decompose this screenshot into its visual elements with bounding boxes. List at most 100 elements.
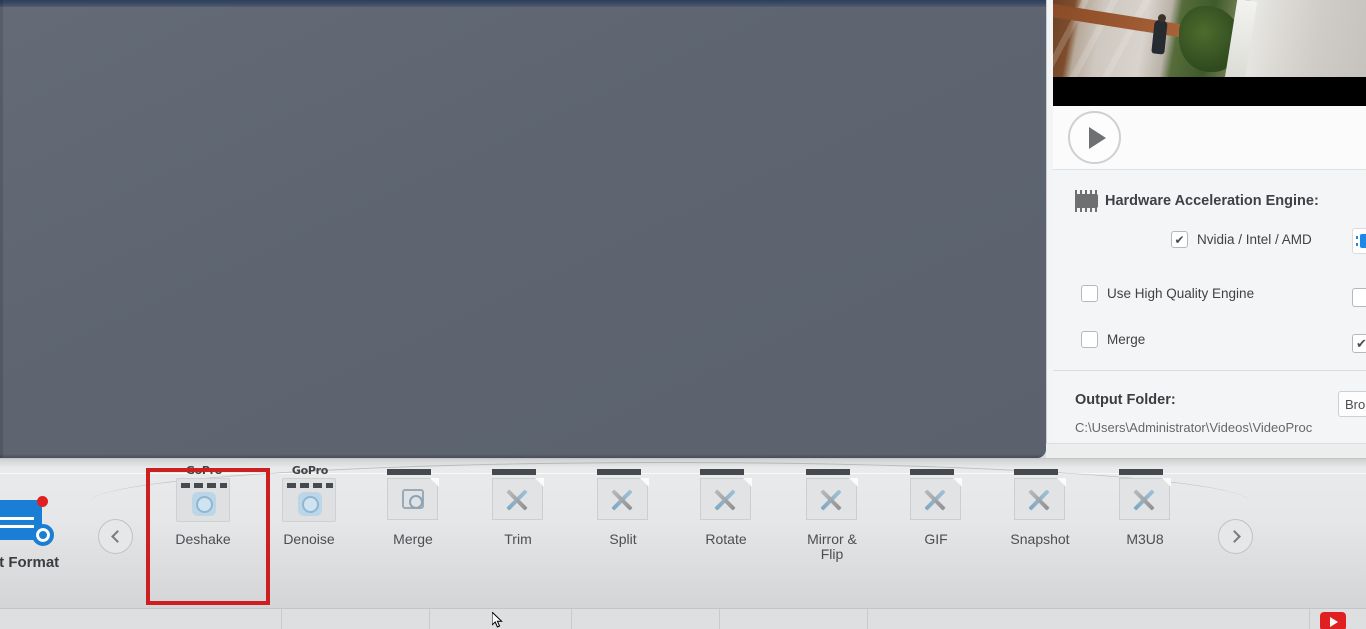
bottom-cell-1[interactable] — [0, 609, 282, 629]
bottom-cell-5[interactable] — [720, 609, 868, 629]
merge-icon-box — [386, 469, 440, 524]
toolbar-label-split: Split — [609, 531, 637, 547]
play-button[interactable] — [1068, 111, 1121, 164]
toolbar-item-target-format[interactable]: et Format — [0, 490, 80, 571]
wrench-screwdriver-icon — [505, 488, 529, 512]
thumbnail-image — [1053, 0, 1366, 77]
play-icon — [1088, 126, 1106, 149]
gopro-wordmark: GoPro — [185, 464, 223, 477]
output-folder-path[interactable]: C:\Users\Administrator\Videos\VideoProc — [1075, 420, 1312, 435]
hardware-acceleration-header: Hardware Acceleration Engine: — [1075, 190, 1319, 212]
option-nvidia-intel-amd[interactable]: Nvidia / Intel / AMD — [1171, 231, 1312, 248]
bottom-cell-6[interactable] — [1010, 609, 1310, 629]
thumbnail-letterbox — [1053, 77, 1366, 106]
right-settings-panel: Hardware Acceleration Engine: Nvidia / I… — [1046, 0, 1366, 458]
gif-icon-box — [909, 469, 963, 524]
youtube-play-badge[interactable] — [1320, 612, 1346, 629]
toolbar-prev-button[interactable] — [98, 519, 133, 554]
checkbox-merge[interactable] — [1081, 331, 1098, 348]
denoise-icon-box: GoPro — [282, 464, 336, 524]
tools-icon — [491, 469, 545, 522]
split-icon-box — [596, 469, 650, 524]
gopro-lens-icon — [192, 492, 216, 516]
tools-icon — [1013, 469, 1067, 522]
canvas-left-edge — [0, 0, 3, 458]
toolbar-label-gif: GIF — [924, 531, 948, 547]
toolbar-next-button[interactable] — [1218, 519, 1253, 554]
toolbar-label-trim: Trim — [504, 531, 532, 547]
toolbar-item-rotate[interactable]: Rotate — [670, 469, 782, 547]
toolbar-item-m3u8[interactable]: M3U8 — [1089, 469, 1201, 547]
file-fold — [1057, 478, 1066, 487]
bottom-cell-2[interactable] — [282, 609, 430, 629]
toolbar-item-denoise[interactable]: GoPro Denoise — [253, 464, 365, 547]
gopro-icon: GoPro — [282, 464, 336, 522]
toolbar-label-target-format: et Format — [0, 554, 60, 571]
file-fold — [430, 478, 439, 487]
toolbar-item-gif[interactable]: GIF — [880, 469, 992, 547]
canvas-surface — [0, 7, 1046, 458]
output-folder-label: Output Folder: — [1075, 392, 1176, 408]
chevron-left-icon — [110, 530, 124, 543]
merge-icon — [386, 469, 440, 522]
checkbox-high-quality-engine[interactable] — [1081, 285, 1098, 302]
toolbar-label-rotate: Rotate — [705, 531, 747, 547]
target-format-icon — [0, 490, 56, 548]
hardware-settings-block: Hardware Acceleration Engine: Nvidia / I… — [1053, 171, 1366, 371]
toolbar-label-denoise: Denoise — [283, 531, 335, 547]
canvas-top-border — [0, 0, 1046, 7]
wrench-screwdriver-icon — [923, 488, 947, 512]
checkbox-nvidia-intel-amd[interactable] — [1171, 231, 1188, 248]
toolbar-item-merge[interactable]: Merge — [357, 469, 469, 547]
bottom-cell-4[interactable] — [572, 609, 720, 629]
player-controls-row — [1053, 106, 1366, 170]
trim-icon-box — [491, 469, 545, 524]
video-preview-canvas[interactable] — [0, 0, 1046, 458]
toolbar-label-mirror-flip: Mirror & Flip — [807, 531, 857, 562]
toolbar-item-snapshot[interactable]: Snapshot — [984, 469, 1096, 547]
panel-bottom-edge — [1046, 443, 1366, 458]
toolbar-label-m3u8: M3U8 — [1126, 531, 1164, 547]
file-topbar — [1119, 469, 1163, 475]
toolbar-item-deshake[interactable]: GoPro Deshake — [147, 464, 259, 547]
mouse-cursor — [492, 612, 503, 628]
gopro-lens-icon — [298, 492, 322, 516]
option-merge[interactable]: Merge — [1081, 331, 1145, 348]
deshake-icon-box: GoPro — [176, 464, 230, 524]
file-fold — [640, 478, 649, 487]
gpu-chip-icon — [1356, 234, 1366, 248]
mirror-flip-icon-box — [805, 469, 859, 524]
tools-icon — [1118, 469, 1172, 522]
toolbar-item-mirror-flip[interactable]: Mirror & Flip — [776, 469, 888, 562]
checkbox-right-secondary[interactable] — [1352, 288, 1366, 307]
file-fold — [743, 478, 752, 487]
file-fold — [1162, 478, 1171, 487]
gopro-dashes — [181, 483, 227, 488]
gpu-vendor-badge[interactable] — [1352, 228, 1366, 254]
wrench-screwdriver-icon — [610, 488, 634, 512]
wrench-screwdriver-icon — [819, 488, 843, 512]
file-topbar — [910, 469, 954, 475]
toolbar-item-trim[interactable]: Trim — [462, 469, 574, 547]
gopro-wordmark: GoPro — [291, 464, 329, 477]
option-high-quality-engine[interactable]: Use High Quality Engine — [1081, 285, 1254, 302]
option-label-nvidia: Nvidia / Intel / AMD — [1197, 232, 1312, 247]
toolbar-item-split[interactable]: Split — [567, 469, 679, 547]
hardware-acceleration-label: Hardware Acceleration Engine: — [1105, 193, 1319, 209]
bottom-status-strip — [0, 608, 1366, 629]
output-folder-block: Output Folder: C:\Users\Administrator\Vi… — [1053, 372, 1366, 442]
file-topbar — [700, 469, 744, 475]
wrench-screwdriver-icon — [1132, 488, 1156, 512]
checkbox-right-tertiary[interactable] — [1352, 334, 1366, 353]
file-topbar — [1014, 469, 1058, 475]
tools-icon — [596, 469, 650, 522]
wrench-screwdriver-icon — [713, 488, 737, 512]
format-badge-dot — [37, 496, 48, 507]
browse-button[interactable]: Bro — [1338, 391, 1366, 417]
file-topbar — [597, 469, 641, 475]
chip-icon — [1075, 190, 1098, 212]
tools-icon — [909, 469, 963, 522]
m3u8-icon-box — [1118, 469, 1172, 524]
chevron-right-icon — [1227, 530, 1241, 543]
video-thumbnail[interactable] — [1053, 0, 1366, 106]
